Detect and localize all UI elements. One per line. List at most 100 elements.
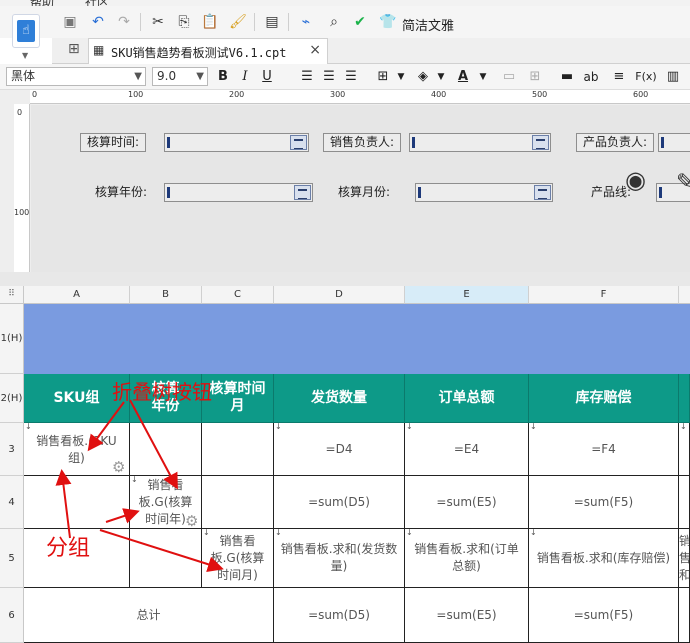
save-icon[interactable]: ▣	[60, 12, 80, 32]
format-painter-icon[interactable]: 🖌	[228, 12, 248, 32]
chevron-down-icon[interactable]: ▼	[474, 68, 492, 86]
text-element-button[interactable]: ab	[582, 68, 600, 86]
cell-f5[interactable]: ↓ 销售看板.求和(库存赔偿)	[529, 529, 679, 588]
column-header-f[interactable]: F	[529, 286, 679, 304]
cut-icon[interactable]: ✂	[148, 12, 168, 32]
column-header-b[interactable]: B	[130, 286, 202, 304]
plugin-icon[interactable]: ⌁	[296, 12, 316, 32]
cell-b3[interactable]	[130, 423, 202, 476]
italic-button[interactable]: I	[236, 68, 254, 86]
chevron-down-icon[interactable]: ▼	[432, 68, 450, 86]
select-all-corner[interactable]: ⠿	[0, 286, 24, 304]
cell-f3[interactable]: ↓ =F4	[529, 423, 679, 476]
eye-slash-icon[interactable]: ◉	[625, 166, 646, 194]
column-header-a[interactable]: A	[24, 286, 130, 304]
designer-window: 帮助 社区 ▣ ↶ ↷ ✂ ⎘ 📋 🖌 ▤ ⌁ ⌕ ✔ 👕 简洁文雅 ☝ ▼ ⊞…	[0, 0, 690, 643]
cell-e6[interactable]: =sum(E5)	[405, 588, 529, 643]
cell-d4[interactable]: =sum(D5)	[274, 476, 405, 529]
cell-total-label[interactable]: 总计	[24, 588, 274, 643]
title-cell[interactable]	[24, 304, 690, 374]
cell-g3[interactable]: ↓	[679, 423, 690, 476]
row-header-6[interactable]: 6	[0, 588, 24, 643]
param-input-product-owner[interactable]	[658, 133, 690, 152]
column-header-g[interactable]	[679, 286, 690, 304]
copy-icon[interactable]: ⎘	[174, 12, 194, 32]
chart-icon[interactable]: ▥	[664, 68, 682, 86]
param-input-time[interactable]	[164, 133, 309, 152]
paragraph-icon[interactable]: ≡	[610, 68, 628, 86]
main-toolbar: ▣ ↶ ↷ ✂ ⎘ 📋 🖌 ▤ ⌁ ⌕ ✔ 👕 简洁文雅	[0, 6, 690, 38]
cell-c5[interactable]: ↓ 销售看板.G(核算时间月)	[202, 529, 274, 588]
row-header-4[interactable]: 4	[0, 476, 24, 529]
border-icon[interactable]: ⊞	[374, 68, 392, 86]
cell-g4[interactable]	[679, 476, 690, 529]
cell-f4[interactable]: =sum(F5)	[529, 476, 679, 529]
param-input-year[interactable]	[164, 183, 313, 202]
cell-element-icon[interactable]: ▬	[558, 68, 576, 86]
cell-e4[interactable]: =sum(E5)	[405, 476, 529, 529]
gear-icon[interactable]: ⚙	[112, 458, 125, 476]
format-toolbar: 黑体 ▼ 9.0 ▼ B I U ☰ ☰ ☰ ⊞ ▼ ◈ ▼ A ▼ ▭ ⊞ ▬ a…	[0, 64, 690, 90]
header-extra[interactable]	[679, 374, 690, 423]
align-right-icon[interactable]: ☰	[342, 68, 360, 86]
param-label-time: 核算时间:	[80, 133, 147, 152]
param-input-month[interactable]	[415, 183, 553, 202]
style-label[interactable]: 简洁文雅	[402, 15, 454, 34]
merge-icon[interactable]: ▭	[500, 68, 518, 86]
bold-button[interactable]: B	[214, 68, 232, 86]
param-input-sales-owner[interactable]	[409, 133, 551, 152]
row-header-2[interactable]: 2(H)	[0, 374, 24, 423]
search-data-icon[interactable]: ⌕	[324, 12, 344, 32]
check-icon[interactable]: ✔	[350, 12, 370, 32]
font-color-icon[interactable]: A	[454, 68, 472, 86]
paste-icon[interactable]: 📋	[200, 12, 220, 32]
split-icon[interactable]: ⊞	[526, 68, 544, 86]
cell-g6[interactable]	[679, 588, 690, 643]
undo-icon[interactable]: ↶	[88, 12, 108, 32]
column-header-c[interactable]: C	[202, 286, 274, 304]
panel-divider[interactable]	[0, 272, 690, 286]
preview-icon[interactable]: ▤	[262, 12, 282, 32]
cell-c4[interactable]	[202, 476, 274, 529]
cell-a4[interactable]	[24, 476, 130, 529]
row-header-1[interactable]: 1(H)	[0, 304, 24, 374]
align-center-icon[interactable]: ☰	[320, 68, 338, 86]
underline-button[interactable]: U	[258, 68, 276, 86]
header-order-total[interactable]: 订单总额	[405, 374, 529, 423]
row-header-3[interactable]: 3	[0, 423, 24, 476]
cell-e3[interactable]: ↓ =E4	[405, 423, 529, 476]
dropdown-icon	[532, 135, 549, 150]
dropdown-icon	[294, 185, 311, 200]
formula-button[interactable]: F(x)	[634, 68, 658, 86]
cell-e5[interactable]: ↓ 销售看板.求和(订单总额)	[405, 529, 529, 588]
style-icon[interactable]: 👕	[378, 12, 398, 32]
column-header-d[interactable]: D	[274, 286, 405, 304]
font-family-select[interactable]: 黑体 ▼	[6, 67, 146, 86]
cell-f6[interactable]: =sum(F5)	[529, 588, 679, 643]
cell-d6[interactable]: =sum(D5)	[274, 588, 405, 643]
header-month[interactable]: 核算时间月	[202, 374, 274, 423]
pen-icon[interactable]: ✎	[676, 170, 690, 195]
cell-b5[interactable]	[130, 529, 202, 588]
align-left-icon[interactable]: ☰	[298, 68, 316, 86]
gear-icon[interactable]: ⚙	[185, 512, 198, 530]
column-header-e[interactable]: E	[405, 286, 529, 304]
close-icon[interactable]: ×	[309, 42, 321, 58]
redo-icon[interactable]: ↷	[114, 12, 134, 32]
header-inventory-comp[interactable]: 库存赔偿	[529, 374, 679, 423]
cell-d3[interactable]: ↓ =D4	[274, 423, 405, 476]
header-shipped-qty[interactable]: 发货数量	[274, 374, 405, 423]
font-size-select[interactable]: 9.0 ▼	[152, 67, 208, 86]
chevron-down-icon[interactable]: ▼	[22, 51, 28, 60]
row-header-5[interactable]: 5	[0, 529, 24, 588]
cell-c3[interactable]	[202, 423, 274, 476]
chevron-down-icon[interactable]: ▼	[392, 68, 410, 86]
cell-g5[interactable]: 销售和	[679, 529, 690, 588]
app-logo-icon[interactable]: ☝	[12, 14, 40, 48]
fill-color-icon[interactable]: ◈	[414, 68, 432, 86]
grid-icon[interactable]: ⊞	[68, 41, 80, 57]
annotation-collapse: 折叠树按钮	[112, 380, 212, 404]
cell-d5[interactable]: ↓ 销售看板.求和(发货数量)	[274, 529, 405, 588]
tab-file-label: SKU销售趋势看板测试V6.1.cpt	[111, 46, 287, 60]
tab-file[interactable]: ▦ SKU销售趋势看板测试V6.1.cpt ×	[88, 38, 328, 64]
